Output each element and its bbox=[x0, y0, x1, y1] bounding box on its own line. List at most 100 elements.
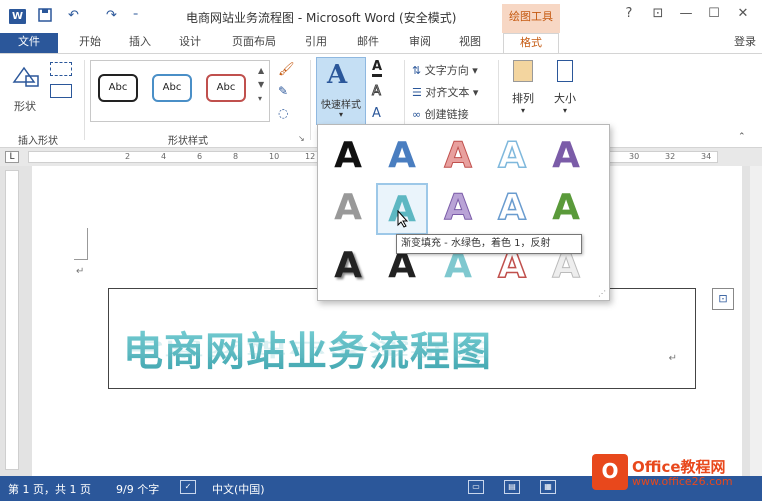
shape-style-1[interactable]: Abc bbox=[98, 74, 138, 102]
align-text-label: 对齐文本 bbox=[425, 86, 470, 99]
collapse-ribbon-icon[interactable]: ⌃ bbox=[738, 132, 746, 142]
size-button[interactable]: 大小 ▾ bbox=[548, 60, 582, 115]
quick-styles-button[interactable]: A 快速样式 ▾ bbox=[316, 57, 366, 125]
wordart-style-2[interactable]: A bbox=[376, 131, 428, 183]
ruler-tick-label: 6 bbox=[197, 152, 203, 161]
watermark-text: Office教程网 bbox=[632, 458, 726, 476]
layout-options-icon[interactable]: ⊡ bbox=[712, 288, 734, 310]
sign-in-link[interactable]: 登录 bbox=[734, 33, 756, 51]
redo-icon[interactable]: ↷ bbox=[106, 8, 117, 23]
edit-shape-icon[interactable] bbox=[50, 62, 72, 76]
link-icon: ∞ bbox=[412, 108, 422, 121]
gallery-scroll-icon[interactable]: ▲ ▼ ▾ bbox=[258, 64, 264, 106]
wordart-style-4[interactable]: A bbox=[486, 131, 538, 183]
ruler-tick-label: 34 bbox=[701, 152, 712, 161]
vertical-ruler bbox=[5, 170, 19, 470]
text-box-paragraph-mark: ↵ bbox=[668, 353, 677, 364]
resize-grip-icon[interactable]: ⋰ bbox=[598, 289, 606, 298]
shapes-icon[interactable] bbox=[10, 62, 42, 95]
chevron-down-icon: ▾ bbox=[338, 110, 343, 119]
wordart-text-box[interactable]: 电商网站业务流程图 电商网站业务流程图 ↵ bbox=[108, 288, 696, 389]
tab-references[interactable]: 引用 bbox=[296, 33, 336, 53]
title-bar: W ↶ ↷ ₌ 电商网站业务流程图 - Microsoft Word (安全模式… bbox=[0, 0, 762, 33]
help-button[interactable]: ? bbox=[619, 6, 639, 21]
tab-insert[interactable]: 插入 bbox=[120, 33, 160, 53]
vertical-scrollbar[interactable] bbox=[750, 166, 762, 476]
site-watermark: O Office教程网 www.office26.com bbox=[592, 452, 760, 496]
language-indicator[interactable]: 中文(中国) bbox=[212, 481, 265, 497]
wordart-style-6[interactable]: A bbox=[322, 183, 374, 235]
close-button[interactable]: ✕ bbox=[733, 6, 753, 21]
office-logo-icon: O bbox=[592, 454, 628, 490]
word-app-icon: W bbox=[9, 9, 26, 24]
shape-fill-icon[interactable]: 🖌 bbox=[278, 62, 295, 77]
arrange-button[interactable]: 排列 ▾ bbox=[506, 60, 540, 115]
group-divider bbox=[310, 60, 311, 140]
ribbon-tabs: 文件 开始 插入 设计 页面布局 引用 邮件 审阅 视图 格式 登录 bbox=[0, 33, 762, 54]
print-layout-icon[interactable]: ▤ bbox=[504, 480, 520, 494]
size-label: 大小 bbox=[554, 92, 576, 105]
page-count[interactable]: 第 1 页，共 1 页 bbox=[8, 481, 91, 497]
wordart-style-11[interactable]: A bbox=[322, 241, 374, 293]
wordart-style-10[interactable]: A bbox=[540, 183, 592, 235]
web-layout-icon[interactable]: ▦ bbox=[540, 480, 556, 494]
undo-icon[interactable]: ↶ bbox=[68, 8, 79, 23]
tab-home[interactable]: 开始 bbox=[70, 33, 110, 53]
tab-selector[interactable]: L bbox=[5, 151, 19, 163]
word-count[interactable]: 9/9 个字 bbox=[116, 481, 159, 497]
dialog-launcher-icon[interactable]: ↘ bbox=[298, 134, 305, 143]
window-title: 电商网站业务流程图 - Microsoft Word (安全模式) bbox=[186, 11, 457, 25]
align-text-icon: ☰ bbox=[412, 86, 422, 99]
shape-styles-group-label: 形状样式 bbox=[168, 136, 208, 147]
chevron-down-icon: ▾ bbox=[520, 106, 525, 115]
save-icon[interactable] bbox=[38, 8, 52, 26]
shape-outline-icon[interactable]: ✎ bbox=[278, 84, 288, 98]
read-mode-icon[interactable]: ▭ bbox=[468, 480, 484, 494]
watermark-url: www.office26.com bbox=[632, 475, 733, 488]
wordart-style-3[interactable]: A bbox=[432, 131, 484, 183]
shape-style-2[interactable]: Abc bbox=[152, 74, 192, 102]
style-tooltip: 渐变填充 - 水绿色，着色 1，反射 bbox=[396, 234, 582, 254]
shapes-button-label[interactable]: 形状 bbox=[14, 98, 36, 114]
ribbon-display-options-button[interactable]: ⊡ bbox=[648, 6, 668, 21]
wordart-style-1[interactable]: A bbox=[322, 131, 374, 183]
ruler-tick-label: 2 bbox=[125, 152, 131, 161]
text-fill-icon[interactable]: A bbox=[372, 60, 383, 77]
tab-view[interactable]: 视图 bbox=[450, 33, 490, 53]
text-direction-icon: ⇅ bbox=[412, 64, 422, 77]
text-outline-icon[interactable]: A bbox=[372, 84, 382, 100]
tab-file[interactable]: 文件 bbox=[0, 33, 58, 53]
insert-shapes-group-label: 插入形状 bbox=[18, 136, 58, 147]
ruler-tick-label: 10 bbox=[269, 152, 280, 161]
wordart-style-9[interactable]: A bbox=[486, 183, 538, 235]
chevron-down-icon: ▾ bbox=[562, 106, 567, 115]
align-text-button[interactable]: ☰ 对齐文本 ▾ bbox=[412, 84, 478, 100]
ruler-tick-label: 30 bbox=[629, 152, 640, 161]
wordart-style-5[interactable]: A bbox=[540, 131, 592, 183]
shape-effects-icon[interactable]: ◌ bbox=[278, 106, 288, 120]
text-direction-button[interactable]: ⇅ 文字方向 ▾ bbox=[412, 62, 478, 78]
mouse-cursor-icon bbox=[397, 209, 409, 231]
create-link-button[interactable]: ∞ 创建链接 bbox=[412, 106, 469, 122]
tab-format[interactable]: 格式 bbox=[503, 33, 559, 54]
tab-design[interactable]: 设计 bbox=[170, 33, 210, 53]
margin-corner-mark bbox=[74, 228, 88, 260]
ruler-tick-label: 8 bbox=[233, 152, 239, 161]
customize-qat-icon[interactable]: ₌ bbox=[133, 8, 138, 19]
wordart-style-8[interactable]: A bbox=[432, 183, 484, 235]
restore-button[interactable]: ☐ bbox=[704, 6, 724, 21]
tab-page-layout[interactable]: 页面布局 bbox=[224, 33, 284, 53]
tab-mailings[interactable]: 邮件 bbox=[348, 33, 388, 53]
size-icon bbox=[557, 60, 573, 82]
minimize-button[interactable]: — bbox=[676, 6, 696, 21]
proofing-icon[interactable]: ✓ bbox=[180, 480, 196, 494]
wordart-styles-gallery: A A A A A A A A A A A A A A A ⋰ bbox=[317, 124, 610, 301]
tab-review[interactable]: 审阅 bbox=[400, 33, 440, 53]
shape-style-3[interactable]: Abc bbox=[206, 74, 246, 102]
paragraph-mark: ↵ bbox=[76, 266, 85, 277]
text-direction-label: 文字方向 bbox=[424, 64, 469, 77]
wordart-a-icon: A bbox=[327, 60, 348, 90]
text-box-icon[interactable] bbox=[50, 84, 72, 98]
text-effects-icon[interactable]: A bbox=[372, 106, 381, 121]
drawing-tools-context-label: 绘图工具 bbox=[502, 4, 560, 33]
